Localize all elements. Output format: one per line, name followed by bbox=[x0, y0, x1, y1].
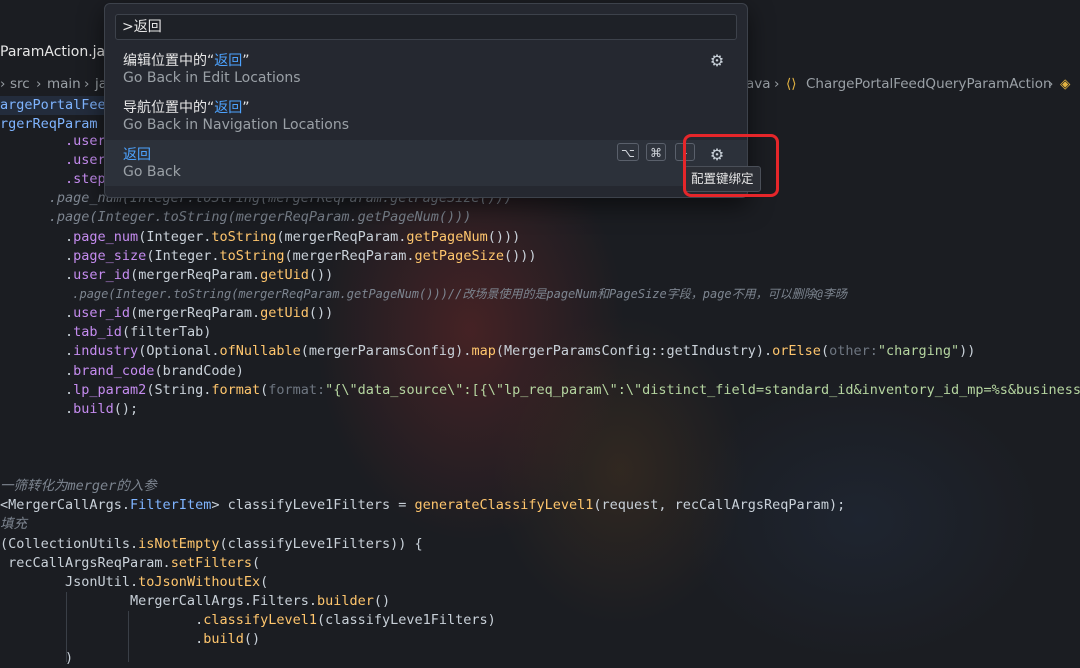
code-line: .page_num(Integer.toString(mergerReqPara… bbox=[0, 229, 521, 245]
code-line: .page_size(Integer.toString(mergerReqPar… bbox=[0, 248, 537, 264]
keybinding-option-key: ⌥ bbox=[617, 143, 639, 161]
code-line: .user_ bbox=[0, 152, 114, 168]
code-line: ) bbox=[0, 650, 74, 666]
code-line: .lp_param2(String.format(format:"{\"data… bbox=[0, 382, 1080, 398]
indent-guide bbox=[128, 611, 129, 662]
code-line: 填充 bbox=[0, 516, 27, 532]
indent-guide bbox=[66, 592, 67, 662]
gear-icon[interactable]: ⚙ bbox=[709, 53, 725, 69]
code-line: .build() bbox=[0, 631, 261, 647]
code-line: .industry(Optional.ofNullable(mergerPara… bbox=[0, 343, 976, 359]
palette-item-title: 返回 bbox=[123, 147, 151, 163]
code-line: .page(Integer.toString(mergerReqParam.ge… bbox=[0, 209, 472, 225]
palette-item-title: 导航位置中的“返回” bbox=[123, 100, 250, 116]
palette-item-subtitle: Go Back in Navigation Locations bbox=[123, 117, 349, 133]
palette-item-subtitle: Go Back in Edit Locations bbox=[123, 70, 301, 86]
palette-item-go-back[interactable]: 返回 Go Back ⌥ ⌘ - ⚙ bbox=[105, 140, 747, 186]
code-line: argePortalFeedQ bbox=[0, 96, 122, 115]
palette-item-subtitle: Go Back bbox=[123, 164, 181, 180]
command-palette-input[interactable] bbox=[115, 14, 737, 40]
code-line: recCallArgsReqParam.setFilters( bbox=[0, 555, 261, 571]
palette-item-go-back-edit[interactable]: 编辑位置中的“返回” Go Back in Edit Locations ⚙ bbox=[105, 46, 747, 92]
code-line: MergerCallArgs.Filters.builder() bbox=[0, 593, 391, 609]
palette-item-title: 编辑位置中的“返回” bbox=[123, 53, 250, 69]
palette-item-go-back-navigation[interactable]: 导航位置中的“返回” Go Back in Navigation Locatio… bbox=[105, 93, 747, 139]
code-line: .classifyLevel1(classifyLeve1Filters) bbox=[0, 612, 496, 628]
highlight-annotation-box bbox=[683, 134, 779, 197]
code-line: .page(Integer.toString(mergerReqParam.ge… bbox=[0, 287, 847, 301]
code-line: .user_id(mergerReqParam.getUid()) bbox=[0, 305, 334, 321]
code-line: JsonUtil.toJsonWithoutEx( bbox=[0, 574, 269, 590]
code-line: <MergerCallArgs.FilterItem> classifyLeve… bbox=[0, 497, 846, 513]
code-line: .brand_code(brandCode) bbox=[0, 363, 244, 379]
command-palette: 编辑位置中的“返回” Go Back in Edit Locations ⚙ 导… bbox=[104, 3, 748, 198]
code-line: .step bbox=[0, 171, 106, 187]
code-line: .user_id(mergerReqParam.getUid()) bbox=[0, 267, 334, 283]
code-line: (CollectionUtils.isNotEmpty(classifyLeve… bbox=[0, 536, 423, 552]
code-line: .tab_id(filterTab) bbox=[0, 324, 212, 340]
code-line: .user_ bbox=[0, 133, 114, 149]
keybinding-command-key: ⌘ bbox=[646, 143, 666, 161]
code-line: 一筛转化为merger的入参 bbox=[0, 478, 157, 494]
code-line: .build(); bbox=[0, 401, 139, 417]
